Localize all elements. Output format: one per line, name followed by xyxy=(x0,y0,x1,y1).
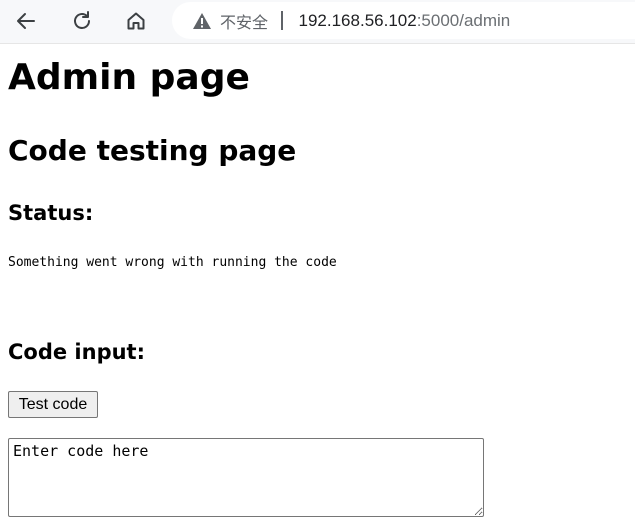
status-heading: Status: xyxy=(8,201,94,225)
code-input-heading: Code input: xyxy=(8,340,145,364)
browser-toolbar: 不安全 192.168.56.102:5000/admin xyxy=(0,0,635,44)
code-input-textarea[interactable] xyxy=(8,438,484,517)
warning-icon[interactable] xyxy=(192,12,212,30)
back-button[interactable] xyxy=(9,4,43,38)
reload-icon xyxy=(71,10,93,32)
page-subtitle: Code testing page xyxy=(8,134,297,167)
url-host: 192.168.56.102 xyxy=(298,10,417,30)
url-path: :5000/admin xyxy=(416,10,511,30)
back-arrow-icon xyxy=(15,10,37,32)
reload-button[interactable] xyxy=(65,4,99,38)
address-bar[interactable]: 不安全 192.168.56.102:5000/admin xyxy=(172,2,635,39)
home-button[interactable] xyxy=(119,4,153,38)
status-message: Something went wrong with running the co… xyxy=(8,255,337,270)
test-code-button[interactable]: Test code xyxy=(8,391,98,418)
security-label[interactable]: 不安全 xyxy=(220,9,268,33)
home-icon xyxy=(125,10,147,32)
address-separator xyxy=(281,11,283,30)
page-title: Admin page xyxy=(8,57,250,98)
